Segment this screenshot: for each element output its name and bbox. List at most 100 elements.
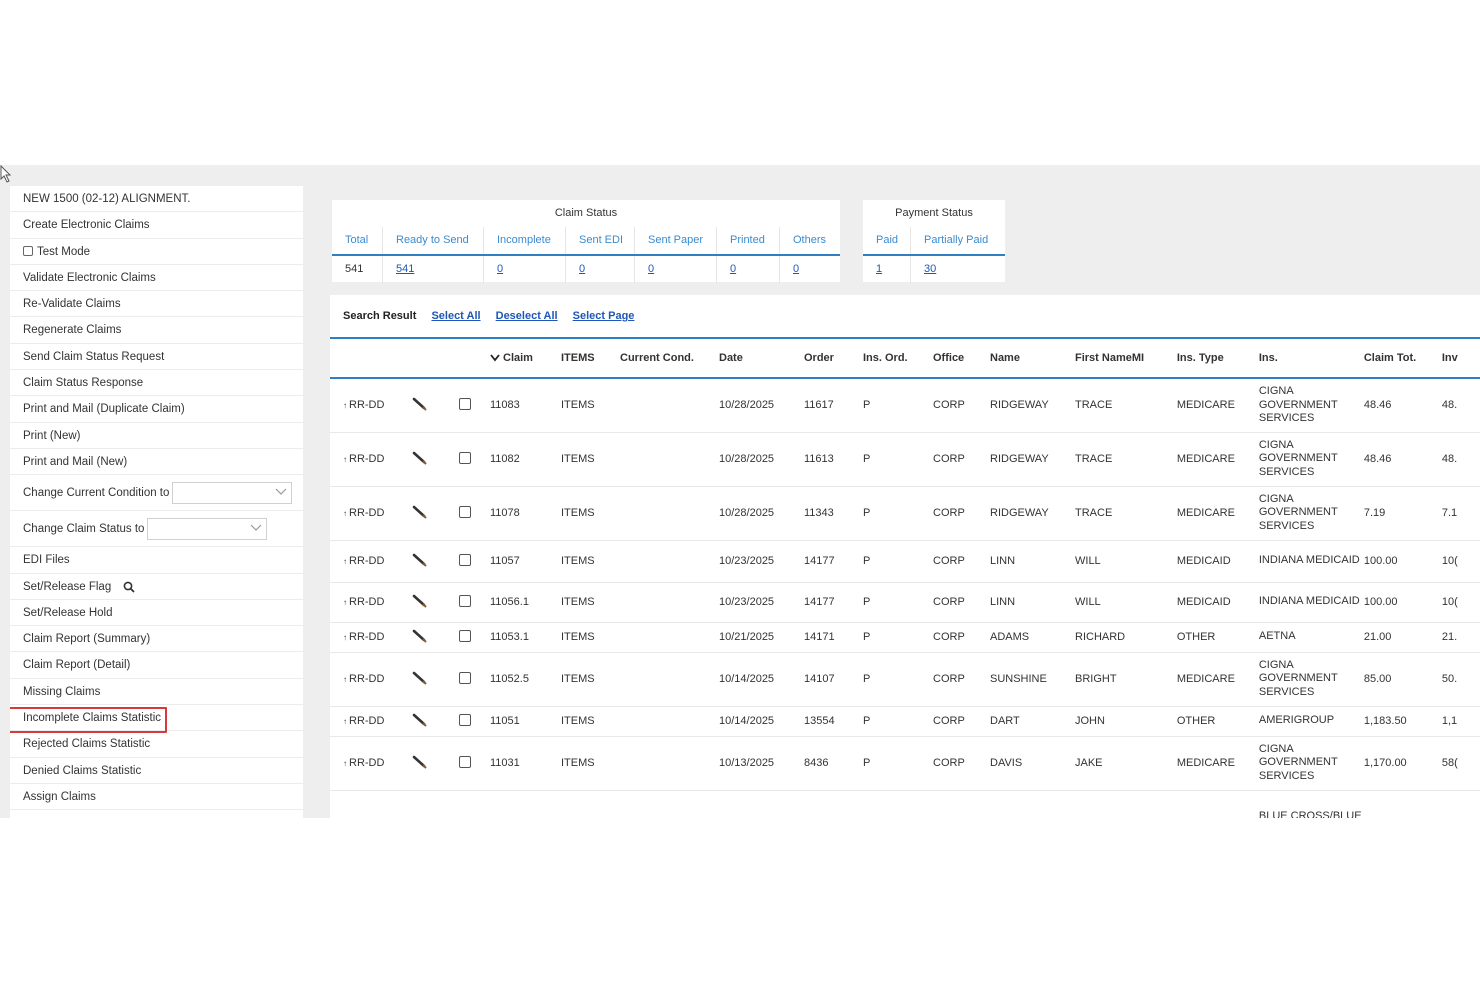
row-checkbox[interactable] (459, 451, 471, 464)
table-row[interactable]: ↑ RR-DD 11078 ITEMS 10/28/2025 11343 P CORP RIDG… (330, 486, 1480, 541)
pencil-icon[interactable] (412, 553, 428, 567)
claim-number[interactable]: 11057 (490, 540, 561, 583)
items-link[interactable]: ITEMS (561, 378, 620, 433)
deselect-all-link[interactable]: Deselect All (496, 310, 558, 322)
claim-number[interactable]: 11051 (490, 706, 561, 737)
table-row[interactable]: ↑ RR-DD 11031 ITEMS 10/13/2025 8436 P CORP DAVIS… (330, 736, 1480, 791)
row-checkbox[interactable] (459, 553, 471, 566)
column-header-inv[interactable]: Inv (1441, 339, 1480, 379)
items-link[interactable] (561, 790, 620, 818)
items-link[interactable]: ITEMS (561, 486, 620, 541)
sent-paper-link[interactable]: 0 (648, 263, 654, 275)
table-row[interactable]: ↑ RR-DD 11052.5 ITEMS 10/14/2025 14107 P CORP SU… (330, 652, 1480, 707)
sidebar-item-re-validate-claims[interactable]: Re-Validate Claims (10, 291, 303, 318)
column-header-order[interactable]: Order (804, 339, 863, 379)
row-checkbox[interactable] (459, 397, 471, 410)
sent-edi-link[interactable]: 0 (579, 263, 585, 275)
row-checkbox[interactable] (459, 671, 471, 684)
sidebar-item-assign-claims[interactable]: Assign Claims (10, 784, 303, 811)
table-row[interactable]: ↑ RR-DD 11083 ITEMS 10/28/2025 11617 P CORP RIDG… (330, 378, 1480, 433)
claim-number[interactable]: 11031 (490, 736, 561, 791)
sidebar-item-incomplete-claims-statistic[interactable]: Incomplete Claims Statistic (10, 705, 303, 734)
sidebar-item-create-electronic-claims[interactable]: Create Electronic Claims (10, 212, 303, 239)
sidebar-item-print-mail-duplicate[interactable]: Print and Mail (Duplicate Claim) (10, 396, 303, 423)
claim-status-select[interactable] (147, 518, 268, 541)
row-checkbox[interactable] (459, 713, 471, 726)
claim-number[interactable]: 11078 (490, 486, 561, 541)
sidebar-item-test-mode[interactable]: Test Mode (10, 239, 303, 265)
items-link[interactable]: ITEMS (561, 540, 620, 583)
sidebar-item-claim-status-response[interactable]: Claim Status Response (10, 370, 303, 397)
current-condition-select[interactable] (172, 482, 293, 505)
pencil-icon[interactable] (412, 629, 428, 643)
claim-number[interactable]: 11083 (490, 378, 561, 433)
table-row[interactable]: ↑ RR-DD 11082 ITEMS 10/28/2025 11613 P CORP RIDG… (330, 432, 1480, 487)
column-header-items[interactable]: ITEMS (561, 339, 620, 379)
sidebar-item-regenerate-claims[interactable]: Regenerate Claims (10, 317, 303, 344)
column-header-first-name[interactable]: First Name (1075, 339, 1132, 379)
pencil-icon[interactable] (412, 594, 428, 608)
sidebar-item-print-mail-new[interactable]: Print and Mail (New) (10, 449, 303, 476)
printed-link[interactable]: 0 (730, 263, 736, 275)
row-checkbox[interactable] (459, 505, 471, 518)
sidebar-item-denied-claims-statistic[interactable]: Denied Claims Statistic (10, 758, 303, 784)
ready-to-send-link[interactable]: 541 (396, 263, 414, 275)
row-checkbox[interactable] (459, 755, 471, 768)
paid-link[interactable]: 1 (876, 263, 882, 275)
sidebar-item-set-release-flag[interactable]: Set/Release Flag (10, 574, 303, 600)
pencil-icon[interactable] (412, 451, 428, 465)
incomplete-link[interactable]: 0 (497, 263, 503, 275)
items-link[interactable]: ITEMS (561, 652, 620, 707)
items-link[interactable]: ITEMS (561, 706, 620, 737)
items-link[interactable]: ITEMS (561, 736, 620, 791)
column-header-ins[interactable]: Ins. (1258, 339, 1364, 379)
table-row[interactable]: ↑ RR-DD 11056.1 ITEMS 10/23/2025 14177 P CORP LI… (330, 582, 1480, 623)
select-all-link[interactable]: Select All (431, 310, 480, 322)
pencil-icon[interactable] (412, 671, 428, 685)
sidebar-item-claim-report-detail[interactable]: Claim Report (Detail) (10, 652, 303, 679)
table-row[interactable]: BLUE CROSS/BLUE (330, 790, 1480, 818)
column-header-date[interactable]: Date (719, 339, 804, 379)
items-link[interactable]: ITEMS (561, 582, 620, 623)
sidebar-item-claim-report-summary[interactable]: Claim Report (Summary) (10, 626, 303, 653)
column-header-office[interactable]: Office (933, 339, 990, 379)
sidebar-item-new-1500-alignment[interactable]: NEW 1500 (02-12) ALIGNMENT. (10, 186, 303, 213)
sidebar-item-edi-files[interactable]: EDI Files (10, 547, 303, 574)
test-mode-checkbox[interactable] (23, 245, 33, 256)
claim-number[interactable]: 11052.5 (490, 652, 561, 707)
row-checkbox[interactable] (459, 594, 471, 607)
column-header-mi[interactable]: MI (1131, 339, 1177, 379)
table-row[interactable]: ↑ RR-DD 11053.1 ITEMS 10/21/2025 14171 P CORP AD… (330, 622, 1480, 653)
row-checkbox[interactable] (459, 629, 471, 642)
partially-paid-link[interactable]: 30 (924, 263, 936, 275)
sidebar-item-missing-claims[interactable]: Missing Claims (10, 679, 303, 706)
column-header-current-cond[interactable]: Current Cond. (620, 339, 719, 379)
pencil-icon[interactable] (412, 713, 428, 727)
pencil-icon[interactable] (412, 397, 428, 411)
column-header-claim-tot[interactable]: Claim Tot. (1363, 339, 1442, 379)
column-header-ins-type[interactable]: Ins. Type (1176, 339, 1259, 379)
claim-number[interactable]: 11056.1 (490, 582, 561, 623)
table-row[interactable]: ↑ RR-DD 11057 ITEMS 10/23/2025 14177 P CORP LINN… (330, 540, 1480, 583)
column-header-name[interactable]: Name (990, 339, 1075, 379)
sidebar-item-send-claim-status-request[interactable]: Send Claim Status Request (10, 344, 303, 371)
others-link[interactable]: 0 (793, 263, 799, 275)
items-link[interactable]: ITEMS (561, 432, 620, 487)
sidebar-item-validate-electronic-claims[interactable]: Validate Electronic Claims (10, 265, 303, 292)
sidebar-item-print-new[interactable]: Print (New) (10, 423, 303, 449)
table-row[interactable]: ↑ RR-DD 11051 ITEMS 10/14/2025 13554 P CORP DART… (330, 706, 1480, 737)
claim-number[interactable]: 11053.1 (490, 622, 561, 653)
office: CORP (933, 486, 990, 541)
pencil-icon[interactable] (412, 505, 428, 519)
claim-number[interactable] (490, 790, 561, 818)
search-icon[interactable] (123, 581, 135, 593)
column-header-ins-ord[interactable]: Ins. Ord. (863, 339, 933, 379)
sidebar-item-set-release-hold[interactable]: Set/Release Hold (10, 600, 303, 627)
sidebar-item-label: Regenerate Claims (23, 324, 122, 337)
pencil-icon[interactable] (412, 755, 428, 769)
select-page-link[interactable]: Select Page (573, 310, 635, 322)
claim-number[interactable]: 11082 (490, 432, 561, 487)
sidebar-item-rejected-claims-statistic[interactable]: Rejected Claims Statistic (10, 731, 303, 758)
items-link[interactable]: ITEMS (561, 622, 620, 653)
column-header-claim[interactable]: Claim (490, 339, 561, 379)
